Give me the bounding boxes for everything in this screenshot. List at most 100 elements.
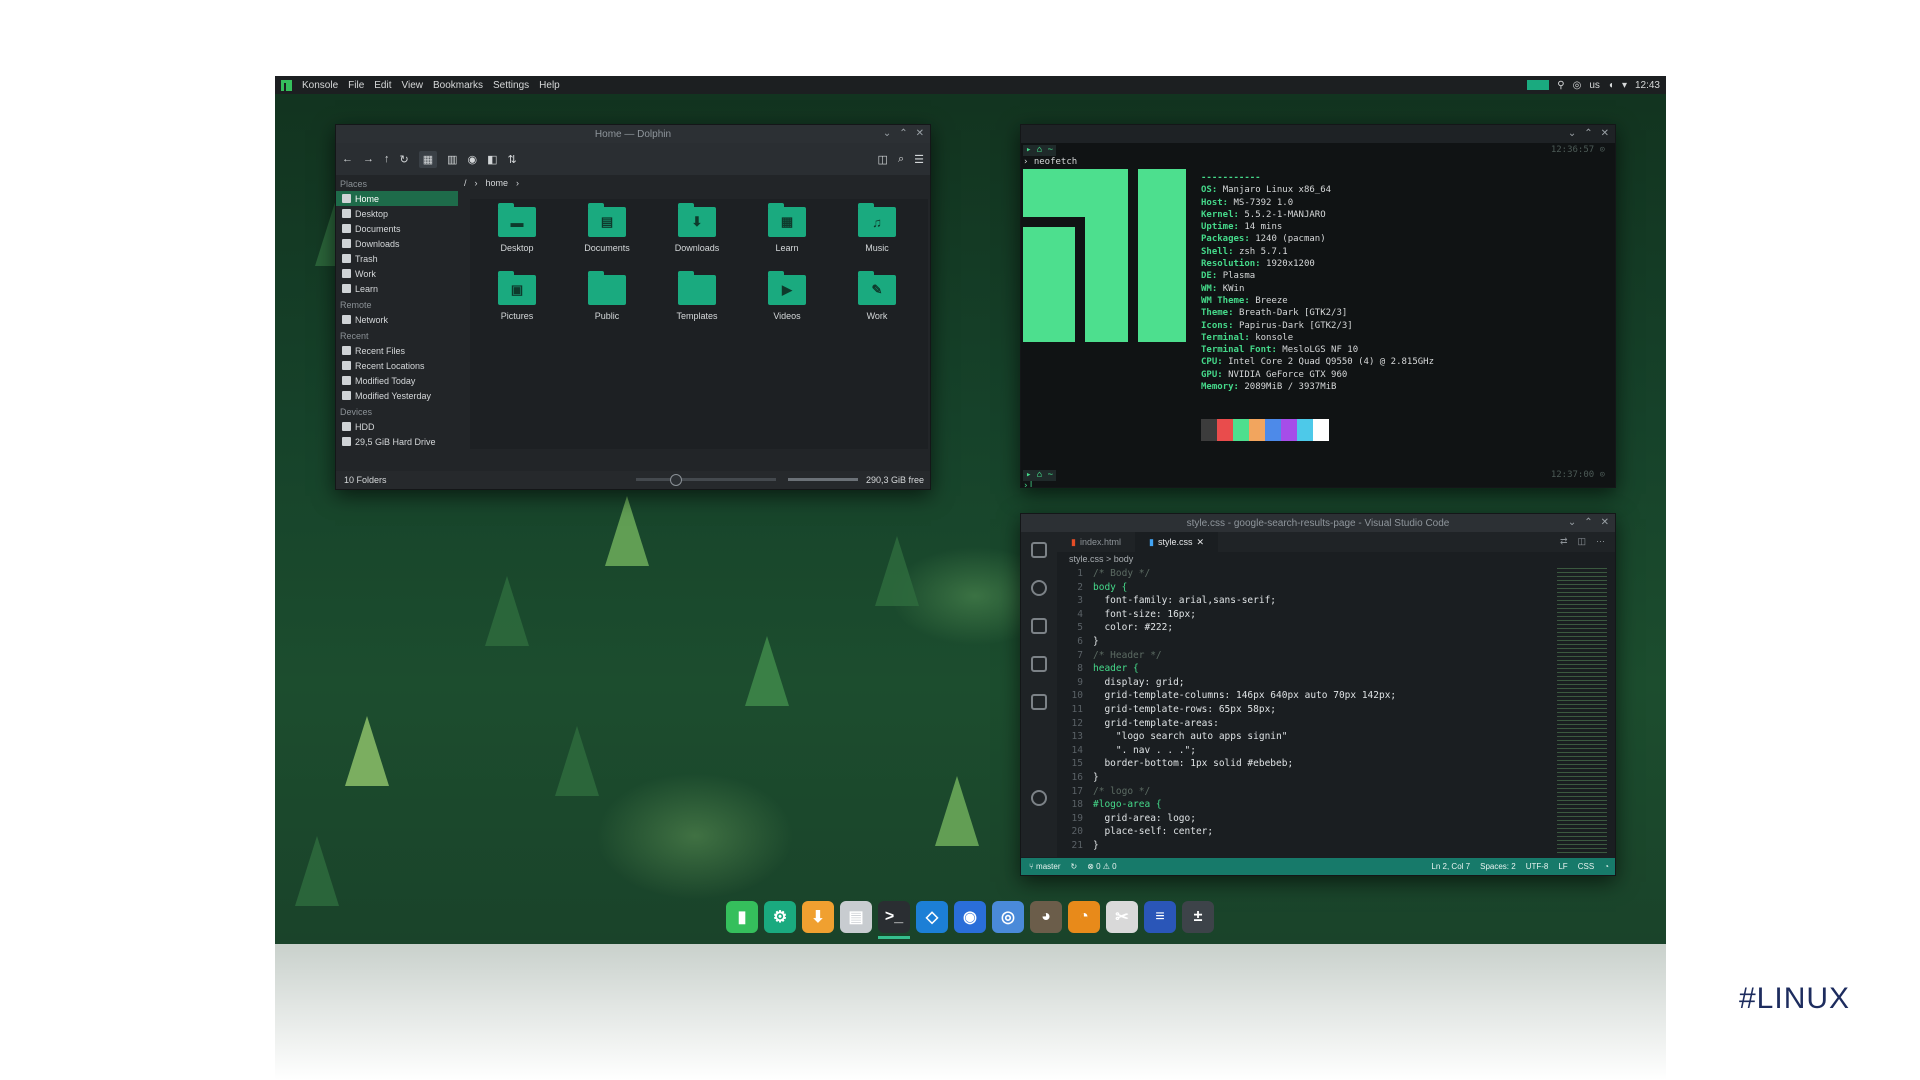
calculator-icon[interactable]: ± bbox=[1182, 901, 1214, 933]
menu-help[interactable]: Help bbox=[539, 80, 560, 91]
settings-icon[interactable]: ⚙ bbox=[764, 901, 796, 933]
search-icon[interactable] bbox=[1031, 580, 1047, 596]
close-icon[interactable]: ✕ bbox=[1196, 537, 1204, 548]
debug-icon[interactable] bbox=[1031, 656, 1047, 672]
sidebar-item-trash[interactable]: Trash bbox=[336, 251, 458, 266]
konsole-titlebar[interactable]: ⌄ ⌃ ✕ bbox=[1021, 125, 1615, 143]
sidebar-item-learn[interactable]: Learn bbox=[336, 281, 458, 296]
clock[interactable]: 12:43 bbox=[1635, 80, 1660, 91]
minimap[interactable] bbox=[1557, 568, 1607, 853]
menu-settings[interactable]: Settings bbox=[493, 80, 529, 91]
folder-item[interactable]: ✎ Work bbox=[832, 271, 922, 343]
sort-icon[interactable]: ⇅ bbox=[508, 153, 517, 166]
blender-icon[interactable]: ◔ bbox=[1068, 901, 1100, 933]
cursor-position[interactable]: Ln 2, Col 7 bbox=[1431, 862, 1470, 871]
preview-icon[interactable]: ◉ bbox=[468, 153, 478, 166]
encoding[interactable]: UTF-8 bbox=[1526, 862, 1549, 871]
minimize-icon[interactable]: ⌄ bbox=[1568, 128, 1576, 139]
maximize-icon[interactable]: ⌃ bbox=[1584, 128, 1592, 139]
terminal-icon[interactable]: >_ bbox=[878, 901, 910, 939]
branch-indicator[interactable]: ⑂ master bbox=[1029, 862, 1060, 871]
editor-breadcrumb[interactable]: style.css > body bbox=[1069, 554, 1133, 564]
tab-style-css[interactable]: ▮ style.css ✕ bbox=[1134, 532, 1218, 552]
forward-icon[interactable]: → bbox=[363, 153, 374, 165]
command-line[interactable]: › neofetch bbox=[1023, 156, 1077, 168]
manjaro-menu-icon[interactable] bbox=[281, 79, 292, 91]
gear-icon[interactable] bbox=[1031, 790, 1047, 806]
volume-icon[interactable]: ◖ bbox=[1608, 80, 1614, 91]
app-name[interactable]: Konsole bbox=[302, 80, 338, 91]
sidebar-item-modified-yesterday[interactable]: Modified Yesterday bbox=[336, 388, 458, 403]
close-icon[interactable]: ✕ bbox=[1601, 128, 1609, 139]
firefox-icon[interactable]: ◉ bbox=[954, 901, 986, 933]
folder-item[interactable]: ▣ Pictures bbox=[472, 271, 562, 343]
sync-icon[interactable]: ↻ bbox=[1070, 862, 1077, 871]
bell-icon[interactable]: ◔ bbox=[1604, 862, 1609, 871]
input-cursor[interactable]: ›| bbox=[1023, 480, 1034, 487]
maximize-icon[interactable]: ⌃ bbox=[1584, 517, 1592, 528]
minimize-icon[interactable]: ⌄ bbox=[1568, 517, 1576, 528]
extensions-icon[interactable] bbox=[1031, 694, 1047, 710]
folder-item[interactable]: ⬇ Downloads bbox=[652, 203, 742, 275]
sidebar-item-documents[interactable]: Documents bbox=[336, 221, 458, 236]
close-icon[interactable]: ✕ bbox=[916, 128, 924, 139]
hamburger-menu-icon[interactable]: ☰ bbox=[914, 153, 924, 166]
panel-icon[interactable]: ◫ bbox=[878, 153, 888, 166]
folder-item[interactable]: ▶ Videos bbox=[742, 271, 832, 343]
split-editor-icon[interactable]: ◫ bbox=[1577, 536, 1586, 548]
search-icon[interactable]: ⌕ bbox=[898, 153, 904, 166]
line-ending[interactable]: LF bbox=[1558, 862, 1567, 871]
folder-item[interactable]: Templates bbox=[652, 271, 742, 343]
folder-item[interactable]: Public bbox=[562, 271, 652, 343]
reload-icon[interactable]: ↻ bbox=[400, 153, 409, 166]
source-control-icon[interactable] bbox=[1031, 618, 1047, 634]
dolphin-titlebar[interactable]: Home — Dolphin ⌄ ⌃ ✕ bbox=[336, 125, 930, 143]
problems-indicator[interactable]: ⊗ 0 ⚠ 0 bbox=[1087, 862, 1116, 871]
up-icon[interactable]: ↑ bbox=[384, 153, 390, 165]
sidebar-item-network[interactable]: Network bbox=[336, 312, 458, 327]
tray-arrow-icon[interactable]: ▾ bbox=[1622, 80, 1627, 91]
explorer-icon[interactable] bbox=[1031, 542, 1047, 558]
folder-item[interactable]: ▤ Documents bbox=[562, 203, 652, 275]
language-mode[interactable]: CSS bbox=[1578, 862, 1594, 871]
vscode-icon[interactable]: ◇ bbox=[916, 901, 948, 933]
indentation[interactable]: Spaces: 2 bbox=[1480, 862, 1516, 871]
maximize-icon[interactable]: ⌃ bbox=[899, 128, 907, 139]
sidebar-item-hard-drive[interactable]: 29,5 GiB Hard Drive bbox=[336, 434, 458, 449]
split-icon[interactable]: ◧ bbox=[487, 153, 497, 166]
downloads-icon[interactable]: ⬇ bbox=[802, 901, 834, 933]
sidebar-item-downloads[interactable]: Downloads bbox=[336, 236, 458, 251]
minimize-icon[interactable]: ⌄ bbox=[883, 128, 891, 139]
chromium-icon[interactable]: ◎ bbox=[992, 901, 1024, 933]
sidebar-item-recent-files[interactable]: Recent Files bbox=[336, 343, 458, 358]
folder-item[interactable]: ♫ Music bbox=[832, 203, 922, 275]
close-icon[interactable]: ✕ bbox=[1601, 517, 1609, 528]
keyboard-layout[interactable]: us bbox=[1589, 80, 1600, 91]
pager-icon[interactable] bbox=[1527, 80, 1550, 90]
code-editor[interactable]: 1 /* Body */ 2 body {3 font-family: arial,s… bbox=[1059, 568, 1569, 853]
menu-file[interactable]: File bbox=[348, 80, 364, 91]
manjaro-icon[interactable]: ▮ bbox=[726, 901, 758, 933]
breadcrumb-home[interactable]: home bbox=[486, 178, 509, 188]
sidebar-item-desktop[interactable]: Desktop bbox=[336, 206, 458, 221]
sidebar-item-modified-today[interactable]: Modified Today bbox=[336, 373, 458, 388]
breadcrumb-root[interactable]: / bbox=[464, 178, 467, 188]
sidebar-item-home[interactable]: Home bbox=[336, 191, 458, 206]
menu-edit[interactable]: Edit bbox=[374, 80, 391, 91]
files-icon[interactable]: ▤ bbox=[840, 901, 872, 933]
compare-icon[interactable]: ⇄ bbox=[1560, 536, 1568, 548]
zoom-slider[interactable] bbox=[636, 474, 776, 486]
sidebar-item-work[interactable]: Work bbox=[336, 266, 458, 281]
network-icon[interactable]: ⚲ bbox=[1557, 80, 1564, 91]
sidebar-item-hdd[interactable]: HDD bbox=[336, 419, 458, 434]
folder-item[interactable]: ▬ Desktop bbox=[472, 203, 562, 275]
shutter-icon[interactable]: ✂ bbox=[1106, 901, 1138, 933]
back-icon[interactable]: ← bbox=[342, 153, 353, 165]
more-icon[interactable]: ⋯ bbox=[1596, 536, 1605, 548]
writer-icon[interactable]: ≡ bbox=[1144, 901, 1176, 933]
compact-view-icon[interactable]: ▥ bbox=[447, 153, 457, 166]
tab-index-html[interactable]: ▮ index.html bbox=[1057, 532, 1135, 552]
update-icon[interactable]: ◎ bbox=[1573, 80, 1582, 91]
folder-item[interactable]: ▦ Learn bbox=[742, 203, 832, 275]
vscode-titlebar[interactable]: style.css - google-search-results-page -… bbox=[1021, 514, 1615, 532]
